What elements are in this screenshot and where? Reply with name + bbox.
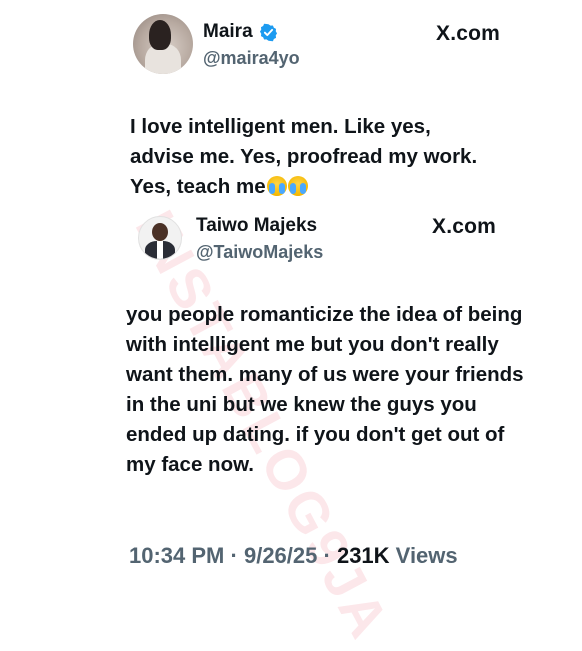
crying-face-icon: [266, 176, 287, 196]
quoted-tweet-text: you people romanticize the idea of being…: [126, 303, 524, 476]
tweet-time[interactable]: 10:34 PM: [129, 543, 224, 568]
tweet-text: I love intelligent men. Like yes, advise…: [130, 112, 500, 202]
meta-separator: ·: [323, 543, 331, 568]
quoted-site-label: X.com: [432, 215, 497, 238]
views-count: 231K: [336, 543, 390, 568]
tweet-meta: 10:34 PM · 9/26/25 · 231K Views: [129, 543, 458, 569]
verified-badge-icon: [259, 23, 277, 41]
author-name-row: Maira: [203, 20, 278, 44]
quoted-avatar[interactable]: [138, 216, 182, 260]
avatar-hair: [149, 20, 171, 50]
quoted-author-display-name[interactable]: Taiwo Majeks: [196, 215, 317, 237]
author-display-name[interactable]: Maira: [203, 21, 253, 43]
screenshot-canvas: INSTABLOG9JA Maira @maira4yo X.com I lov…: [0, 0, 582, 651]
views-label: Views: [395, 543, 458, 568]
avatar[interactable]: [133, 14, 193, 74]
tweet-date[interactable]: 9/26/25: [244, 543, 317, 568]
avatar-head: [152, 223, 168, 241]
author-handle[interactable]: @maira4yo: [203, 48, 300, 69]
avatar-shirt: [157, 241, 163, 259]
meta-separator: ·: [230, 543, 238, 568]
site-label: X.com: [436, 22, 501, 45]
crying-face-icon: [287, 176, 308, 196]
quoted-author-handle[interactable]: @TaiwoMajeks: [196, 242, 323, 263]
